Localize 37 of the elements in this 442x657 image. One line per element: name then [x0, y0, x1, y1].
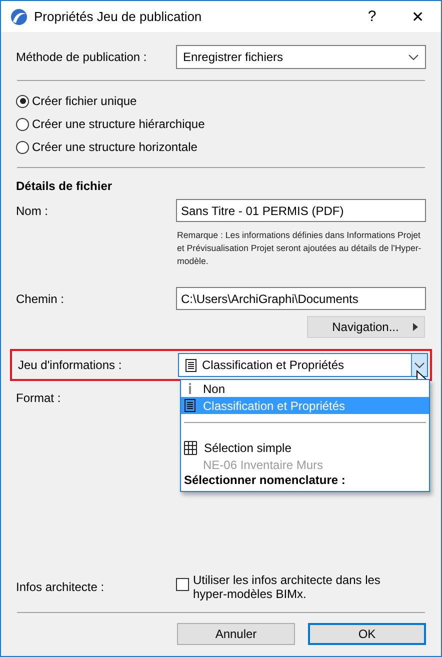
radio-label: Créer une structure hiérarchique: [32, 117, 205, 131]
browse-button[interactable]: Navigation...: [307, 316, 425, 338]
radio-button[interactable]: [16, 118, 29, 130]
window-title: Propriétés Jeu de publication: [34, 9, 203, 24]
field-label: Format :: [16, 391, 62, 405]
dropdown-button[interactable]: [411, 354, 427, 376]
field-label: Jeu d'informations :: [18, 358, 123, 372]
triangle-icon: [412, 323, 418, 331]
close-button[interactable]: ✕: [395, 1, 441, 32]
field-label: Méthode de publication :: [16, 50, 148, 64]
dialog-button[interactable]: OK: [308, 623, 426, 645]
radio-button[interactable]: [16, 94, 29, 108]
info-set-dropdown[interactable]: Classification et Propriétés: [178, 353, 428, 377]
name-field[interactable]: Sans Titre - 01 PERMIS (PDF): [176, 199, 426, 222]
dropdown-option[interactable]: Sélection simple: [181, 439, 429, 456]
radio-button[interactable]: [16, 140, 29, 154]
list-heading: Sélectionner nomenclature :: [183, 473, 346, 489]
path-field[interactable]: C:\Users\ArchiGraphi\Documents: [176, 287, 426, 310]
radio-label: Créer fichier unique: [32, 94, 137, 108]
field-label: Infos architecte :: [16, 580, 106, 594]
dropdown-option[interactable]: Non: [181, 380, 429, 397]
document-icon: [184, 399, 196, 412]
app-logo-icon: [10, 8, 28, 26]
checkbox[interactable]: [176, 578, 189, 591]
document-icon: [185, 358, 197, 372]
note-text: Remarque : Les informations définies dans Informations Projet et Prévisualisation Projet seront ajoutées au détails de l'Hyper-modèle.: [177, 229, 422, 268]
field-label: Chemin :: [16, 292, 66, 306]
checkbox-label: Utiliser les infos architecte dans les hyper-modèles BIMx.: [193, 573, 382, 601]
table-icon: [184, 440, 197, 454]
help-button[interactable]: ?: [349, 1, 395, 32]
method-dropdown[interactable]: Enregistrer fichiers: [176, 45, 426, 69]
field-label: Nom :: [16, 204, 50, 218]
chevron-icon: [414, 362, 425, 368]
dialog-button[interactable]: Annuler: [177, 623, 295, 645]
section-heading: Détails de fichier: [16, 179, 114, 193]
radio-label: Créer une structure horizontale: [32, 140, 198, 154]
chevron-icon: [408, 54, 419, 60]
